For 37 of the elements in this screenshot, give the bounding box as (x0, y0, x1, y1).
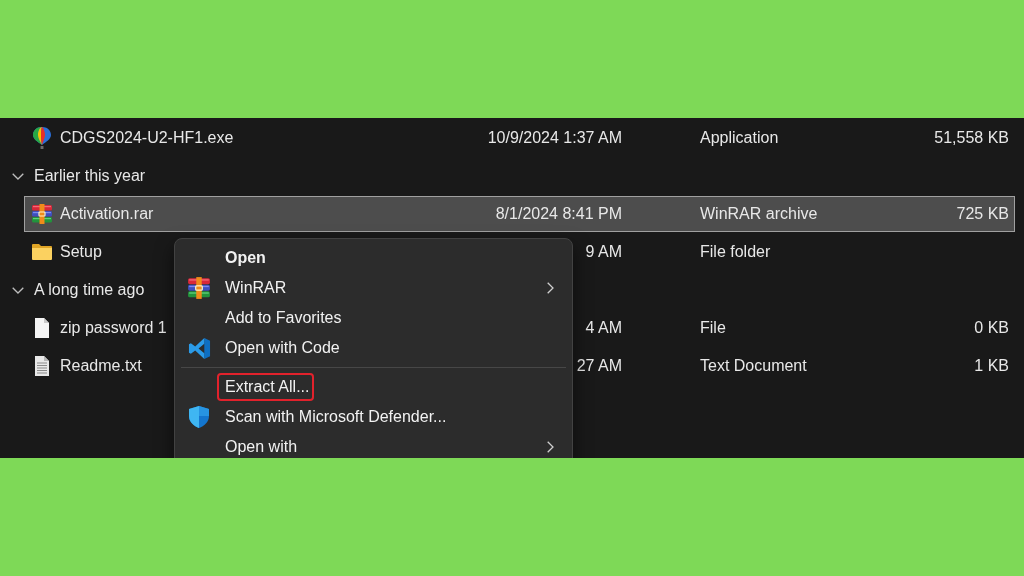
book-stack-icon (31, 204, 53, 224)
file-name: Activation.rar (60, 205, 154, 223)
date-modified: 10/9/2024 1:37 AM (487, 129, 622, 146)
group-header[interactable]: A long time ago (12, 276, 145, 304)
shield-icon (188, 405, 210, 429)
file-type: File folder (700, 243, 771, 260)
balloon-icon (33, 126, 51, 150)
file-name[interactable]: CDGS2024-U2-HF1.exe (60, 129, 234, 147)
file-row[interactable]: Activation.rar 8/1/2024 8:41 PM WinRAR archive 725 KB (24, 196, 1015, 232)
file-size: 0 KB (974, 319, 1009, 336)
file-size: 725 KB (956, 205, 1009, 222)
text-file-icon (34, 355, 50, 377)
menu-item[interactable]: Open (179, 243, 568, 273)
book-stack-icon (187, 277, 211, 299)
file-type: WinRAR archive (700, 205, 818, 222)
group-header[interactable]: Earlier this year (12, 162, 146, 190)
menu-item[interactable]: Open with (179, 432, 568, 458)
file-icon (34, 317, 50, 339)
file-name[interactable]: Readme.txt (60, 357, 142, 375)
menu-item[interactable]: Add to Favorites (179, 303, 568, 333)
menu-item[interactable]: Extract All... (179, 372, 568, 402)
file-name[interactable]: Setup (60, 243, 102, 261)
menu-item[interactable]: WinRAR (179, 273, 568, 303)
file-name[interactable]: zip password 1 (60, 319, 167, 337)
folder-icon (31, 243, 53, 261)
date-modified: 4 AM (585, 319, 622, 336)
file-type: File (700, 319, 726, 336)
date-modified: 27 AM (576, 357, 622, 374)
menu-item[interactable]: Scan with Microsoft Defender... (179, 402, 568, 432)
file-size: 51,558 KB (934, 129, 1009, 146)
file-type: Application (700, 129, 779, 146)
date-modified: 9 AM (585, 243, 622, 260)
file-size: 1 KB (974, 357, 1009, 374)
code-icon (187, 336, 211, 360)
date-modified: 8/1/2024 8:41 PM (495, 205, 622, 222)
file-type: Text Document (700, 357, 807, 374)
menu-item[interactable]: Open with Code (179, 333, 568, 363)
